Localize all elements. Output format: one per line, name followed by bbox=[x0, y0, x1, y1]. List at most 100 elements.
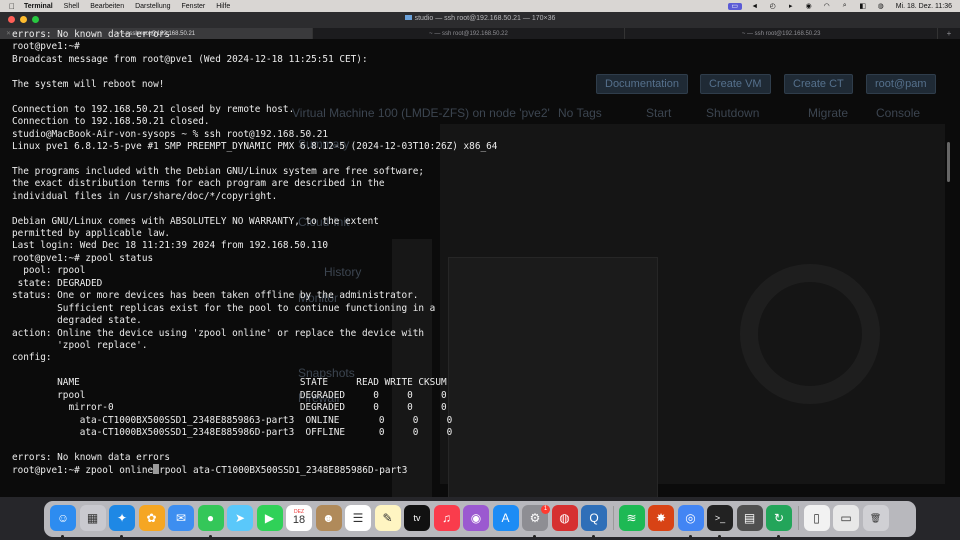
notification-badge: 1 bbox=[541, 505, 550, 514]
terminal-line: Linux pve1 6.8.12-5-pve #1 SMP PREEMPT_D… bbox=[12, 140, 498, 152]
maps-icon[interactable]: ➤ bbox=[227, 505, 253, 531]
play-icon[interactable]: ▸ bbox=[786, 3, 796, 10]
volume-icon[interactable]: ◄ bbox=[750, 3, 760, 10]
running-indicator bbox=[777, 535, 780, 538]
proxmox-app-icon[interactable]: Q bbox=[581, 505, 607, 531]
terminal-line: errors: No known data errors bbox=[12, 451, 171, 463]
launchpad-icon[interactable]: ▦ bbox=[79, 505, 106, 531]
terminal-line: NAME STATE READ WRITE CKSUM bbox=[12, 377, 447, 389]
folder-icon bbox=[404, 15, 412, 20]
menu-terminal[interactable]: Terminal bbox=[24, 3, 53, 10]
terminal-line: Connection to 192.168.50.21 closed by re… bbox=[12, 103, 295, 115]
terminal-output[interactable]: errors: No known data errors root@pve1:~#… bbox=[12, 29, 952, 487]
chrome-icon[interactable]: ◎ bbox=[677, 505, 704, 531]
menu-darstellung[interactable]: Darstellung bbox=[135, 3, 170, 10]
spotify-icon[interactable]: ≋ bbox=[618, 505, 645, 531]
app-store-icon[interactable]: A bbox=[492, 505, 519, 531]
search-icon[interactable]: ⌕ bbox=[840, 2, 850, 10]
running-indicator bbox=[120, 535, 123, 538]
running-indicator bbox=[592, 535, 595, 538]
menu-hilfe[interactable]: Hilfe bbox=[216, 3, 230, 10]
terminal-line: ata-CT1000BX500SSD1_2348E885986D-part3 O… bbox=[12, 427, 453, 438]
terminal-line: Connection to 192.168.50.21 closed. bbox=[12, 116, 210, 128]
notes-icon[interactable]: ✎ bbox=[374, 505, 401, 531]
window-title: studio — ssh root@192.168.50.21 — 170×36 bbox=[0, 15, 960, 22]
finder-icon[interactable]: ☺ bbox=[50, 505, 76, 531]
terminal-line: the exact distribution terms for each pr… bbox=[12, 178, 385, 190]
terminal-line: rpool DEGRADED 0 0 0 bbox=[12, 389, 447, 401]
sync-app-icon[interactable]: ↻ bbox=[766, 505, 792, 531]
menu-clock[interactable]: Mi. 18. Dez. 11:36 bbox=[896, 3, 952, 10]
wifi-icon[interactable]: ◠ bbox=[822, 3, 832, 10]
downloads-icon[interactable]: ▭ bbox=[833, 505, 859, 531]
safari-icon[interactable]: ✦ bbox=[109, 505, 135, 531]
dock-separator bbox=[797, 506, 799, 530]
calendar-day: 18 bbox=[292, 514, 306, 526]
control-center-icon[interactable]: ◧ bbox=[858, 3, 868, 10]
close-tab-icon[interactable]: ✕ bbox=[6, 30, 11, 37]
music-icon[interactable]: ♫ bbox=[433, 505, 460, 531]
document-icon[interactable]: ▯ bbox=[803, 505, 830, 531]
terminal-line: individual files in /usr/share/doc/*/cop… bbox=[12, 190, 278, 202]
terminal-line: studio@MacBook-Air-von-sysops ~ % ssh ro… bbox=[12, 128, 329, 140]
terminal-line: config: bbox=[12, 352, 52, 364]
terminal-line: permitted by applicable law. bbox=[12, 228, 171, 239]
security-app-icon[interactable]: ◍ bbox=[551, 505, 578, 531]
terminal-line: root@pve1:~# bbox=[12, 41, 80, 53]
dock-separator bbox=[612, 506, 614, 530]
terminal-line: root@pve1:~# zpool status bbox=[12, 252, 154, 264]
running-indicator bbox=[208, 535, 212, 538]
user-icon[interactable]: ◉ bbox=[804, 3, 814, 10]
time-machine-icon[interactable]: ◴ bbox=[768, 3, 778, 10]
photos-icon[interactable]: ✿ bbox=[138, 505, 165, 531]
podcasts-icon[interactable]: ◉ bbox=[463, 505, 489, 531]
running-indicator bbox=[718, 535, 721, 538]
contacts-icon[interactable]: ☻ bbox=[315, 505, 342, 531]
terminal-line: Debian GNU/Linux comes with ABSOLUTELY N… bbox=[12, 215, 379, 227]
siri-icon[interactable]: ◍ bbox=[876, 3, 886, 10]
terminal-line: errors: No known data errors bbox=[12, 29, 171, 40]
terminal-line: 'zpool replace'. bbox=[12, 339, 148, 351]
terminal-line: status: One or more devices has been tak… bbox=[12, 290, 419, 302]
running-indicator bbox=[533, 535, 536, 538]
terminal-line: The system will reboot now! bbox=[12, 78, 165, 90]
terminal-line: pool: rpool bbox=[12, 265, 86, 277]
menu-bearbeiten[interactable]: Bearbeiten bbox=[90, 3, 124, 10]
terminal-line: action: Online the device using 'zpool o… bbox=[12, 327, 425, 339]
terminal-line: state: DEGRADED bbox=[12, 277, 103, 289]
prompt-text-after-cursor: rpool ata-CT1000BX500SSD1_2348E885986D-p… bbox=[159, 465, 408, 477]
terminal-icon[interactable]: >_ bbox=[707, 505, 733, 531]
title-bar[interactable]: studio — ssh root@192.168.50.21 — 170×36 bbox=[0, 12, 960, 28]
apple-menu-icon[interactable]:  bbox=[0, 2, 24, 11]
terminal-line: ata-CT1000BX500SSD1_2348E8859863-part3 O… bbox=[12, 414, 453, 426]
trash-icon[interactable]: 🗑 bbox=[862, 505, 889, 531]
mail-icon[interactable]: ✉ bbox=[168, 505, 194, 531]
calculator-icon[interactable]: ▤ bbox=[736, 505, 763, 531]
prompt-text-before-cursor: root@pve1:~# zpool online bbox=[12, 465, 154, 477]
tv-icon[interactable]: tv bbox=[404, 505, 430, 531]
messages-icon[interactable]: ● bbox=[197, 505, 224, 531]
red-app-icon[interactable]: ✸ bbox=[648, 505, 674, 531]
terminal-line: Sufficient replicas exist for the pool t… bbox=[12, 302, 436, 314]
menu-fenster[interactable]: Fenster bbox=[182, 3, 206, 10]
terminal-line: Broadcast message from root@pve1 (Wed 20… bbox=[12, 53, 368, 65]
terminal-line: The programs included with the Debian GN… bbox=[12, 165, 425, 177]
running-indicator bbox=[61, 535, 64, 538]
running-indicator bbox=[688, 535, 692, 538]
screen-share-icon[interactable]: ▭ bbox=[727, 2, 742, 10]
terminal-prompt-line[interactable]: root@pve1:~# zpool online rpool ata-CT100… bbox=[12, 464, 952, 476]
terminal-line: degraded state. bbox=[12, 315, 142, 327]
terminal-line: mirror-0 DEGRADED 0 0 0 bbox=[12, 402, 447, 414]
menu-shell[interactable]: Shell bbox=[64, 3, 80, 10]
calendar-icon[interactable]: DEZ 18 bbox=[286, 505, 312, 531]
menu-bar:  Terminal Shell Bearbeiten Darstellung … bbox=[0, 0, 960, 12]
facetime-icon[interactable]: ▶ bbox=[256, 505, 283, 531]
reminders-icon[interactable]: ☰ bbox=[345, 505, 371, 531]
terminal-line: Last login: Wed Dec 18 11:21:39 2024 fro… bbox=[12, 240, 329, 252]
